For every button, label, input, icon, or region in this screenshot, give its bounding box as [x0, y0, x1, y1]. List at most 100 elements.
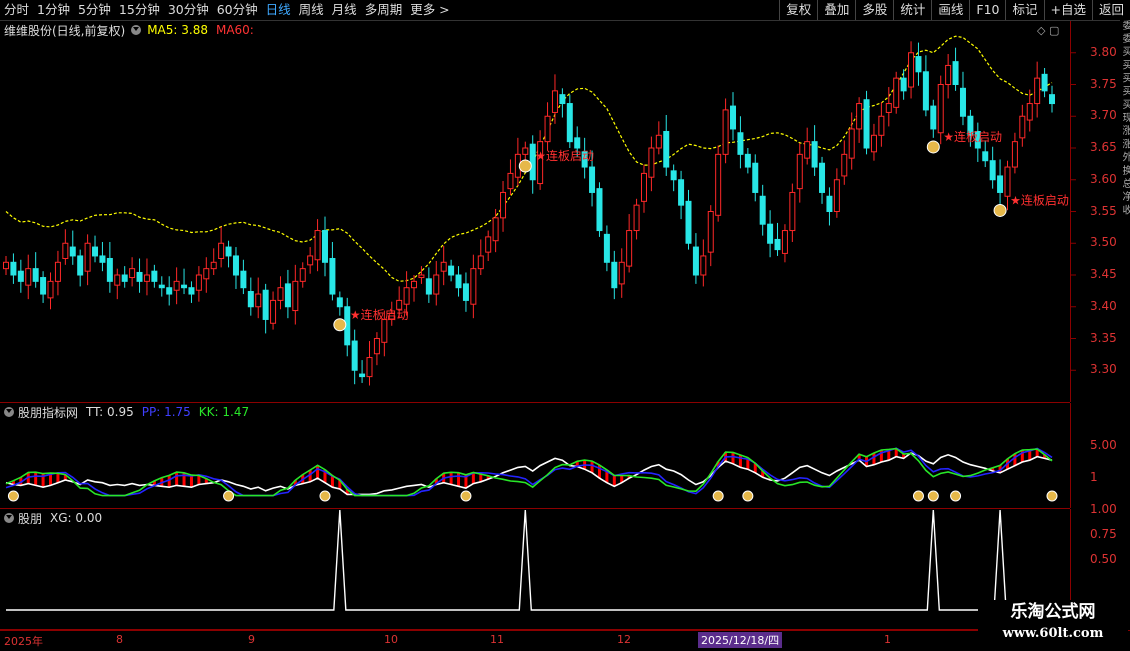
- money-bag-icon: [712, 490, 724, 502]
- money-bag-icon: [333, 318, 347, 332]
- kline-ytick: 3.50: [1090, 235, 1117, 250]
- candle-body: [433, 274, 440, 295]
- candle-body: [225, 246, 232, 257]
- candle-body: [173, 280, 180, 291]
- period-tab-9[interactable]: 多周期: [361, 0, 407, 20]
- money-bag-icon: [223, 490, 235, 502]
- candle-body: [1034, 77, 1041, 105]
- toolbar-button-2[interactable]: 多股: [855, 0, 893, 20]
- candle-body: [121, 274, 128, 282]
- candle-body: [500, 191, 507, 219]
- candle-body: [359, 373, 366, 378]
- toolbar-button-8[interactable]: 返回: [1091, 0, 1130, 20]
- period-tab-6[interactable]: 日线: [262, 0, 295, 20]
- money-bag-icon: [926, 140, 940, 154]
- kline-ytick: 3.75: [1090, 76, 1117, 91]
- money-bag-icon: [7, 490, 19, 502]
- candle-body: [870, 134, 877, 153]
- candle-body: [833, 179, 840, 212]
- candle-body: [1011, 141, 1018, 168]
- period-tab-1[interactable]: 1分钟: [33, 0, 74, 20]
- candle-body: [1041, 73, 1048, 92]
- candle-body: [841, 153, 848, 177]
- candle-body: [804, 141, 811, 159]
- toolbar-button-0[interactable]: 复权: [779, 0, 817, 20]
- candle-body: [62, 242, 69, 259]
- candle-body: [744, 153, 751, 168]
- kline-ytick: 3.35: [1090, 330, 1117, 345]
- period-tab-7[interactable]: 周线: [295, 0, 328, 20]
- signal-ytick: 1.00: [1090, 502, 1117, 516]
- candle-body: [181, 284, 188, 289]
- candle-body: [863, 99, 870, 149]
- period-tab-10[interactable]: 更多 >: [406, 0, 453, 20]
- candle-body: [982, 151, 989, 162]
- kline-ytick: 3.65: [1090, 140, 1117, 154]
- candle-body: [767, 223, 774, 244]
- kline-ytick: 3.45: [1090, 267, 1117, 281]
- candle-body: [477, 255, 484, 270]
- candle-body: [670, 170, 677, 181]
- right-strip-text: 委 委 买 买 买 买 买 现 涨 涨 外 换 总 净 收: [1120, 20, 1130, 215]
- candle-body: [307, 255, 314, 266]
- signal-label: ★连板启动: [350, 307, 409, 322]
- candle-body: [737, 132, 744, 155]
- candle-body: [25, 268, 32, 286]
- candle-body: [692, 246, 699, 276]
- date-label: 1: [884, 633, 891, 646]
- indicator-chart: [5, 447, 1058, 502]
- candle-body: [425, 278, 432, 295]
- period-tab-3[interactable]: 15分钟: [115, 0, 164, 20]
- candle-body: [84, 242, 91, 272]
- candle-body: [40, 277, 47, 295]
- period-tab-8[interactable]: 月线: [328, 0, 361, 20]
- candle-body: [1049, 94, 1055, 105]
- toolbar-button-6[interactable]: 标记: [1005, 0, 1043, 20]
- candle-body: [878, 115, 885, 136]
- candle-body: [418, 274, 425, 279]
- candle-body: [321, 230, 328, 263]
- kline-ytick: 3.80: [1090, 44, 1117, 59]
- date-label: 2025/12/18/四: [698, 632, 783, 648]
- signal-label: ★连板启动: [535, 148, 594, 163]
- candle-body: [618, 261, 625, 285]
- signal-ytick: 0.50: [1090, 552, 1117, 566]
- candle-body: [655, 134, 662, 149]
- candle-body: [77, 255, 84, 276]
- candle-body: [685, 200, 692, 244]
- right-info-strip[interactable]: 委 委 买 买 买 买 买 现 涨 涨 外 换 总 净 收: [1120, 20, 1130, 630]
- candle-body: [462, 283, 469, 301]
- candle-body: [114, 274, 121, 286]
- toolbar-button-5[interactable]: F10: [969, 0, 1005, 20]
- candle-body: [440, 261, 447, 272]
- toolbar-button-7[interactable]: +自选: [1043, 0, 1092, 20]
- indicator-axis: [1070, 403, 1121, 508]
- candle-body: [10, 261, 17, 276]
- candle-body: [566, 103, 573, 143]
- candle-body: [937, 84, 944, 134]
- money-bag-icon: [993, 203, 1007, 217]
- period-tab-4[interactable]: 30分钟: [164, 0, 213, 20]
- candle-body: [32, 268, 39, 282]
- signal-label: ★连板启动: [1010, 192, 1069, 207]
- candle-body: [329, 257, 336, 295]
- candle-body: [485, 236, 492, 253]
- candle-body: [640, 172, 647, 202]
- candle-body: [195, 274, 202, 291]
- candle-body: [544, 115, 551, 143]
- candle-body: [277, 287, 284, 301]
- candle-body: [811, 141, 818, 168]
- toolbar-buttons: 复权 叠加 多股 统计 画线 F10 标记 +自选 返回: [779, 0, 1130, 20]
- toolbar-button-4[interactable]: 画线: [931, 0, 969, 20]
- candle-body: [292, 280, 299, 312]
- period-tab-0[interactable]: 分时: [0, 0, 33, 20]
- period-tab-5[interactable]: 60分钟: [213, 0, 262, 20]
- period-tab-2[interactable]: 5分钟: [74, 0, 115, 20]
- toolbar-button-1[interactable]: 叠加: [817, 0, 855, 20]
- candle-body: [314, 230, 321, 261]
- toolbar-button-3[interactable]: 统计: [893, 0, 931, 20]
- candle-body: [210, 261, 217, 270]
- signal-label: ★连板启动: [943, 129, 1002, 144]
- candle-body: [908, 52, 915, 88]
- signal-chart: [6, 509, 1052, 611]
